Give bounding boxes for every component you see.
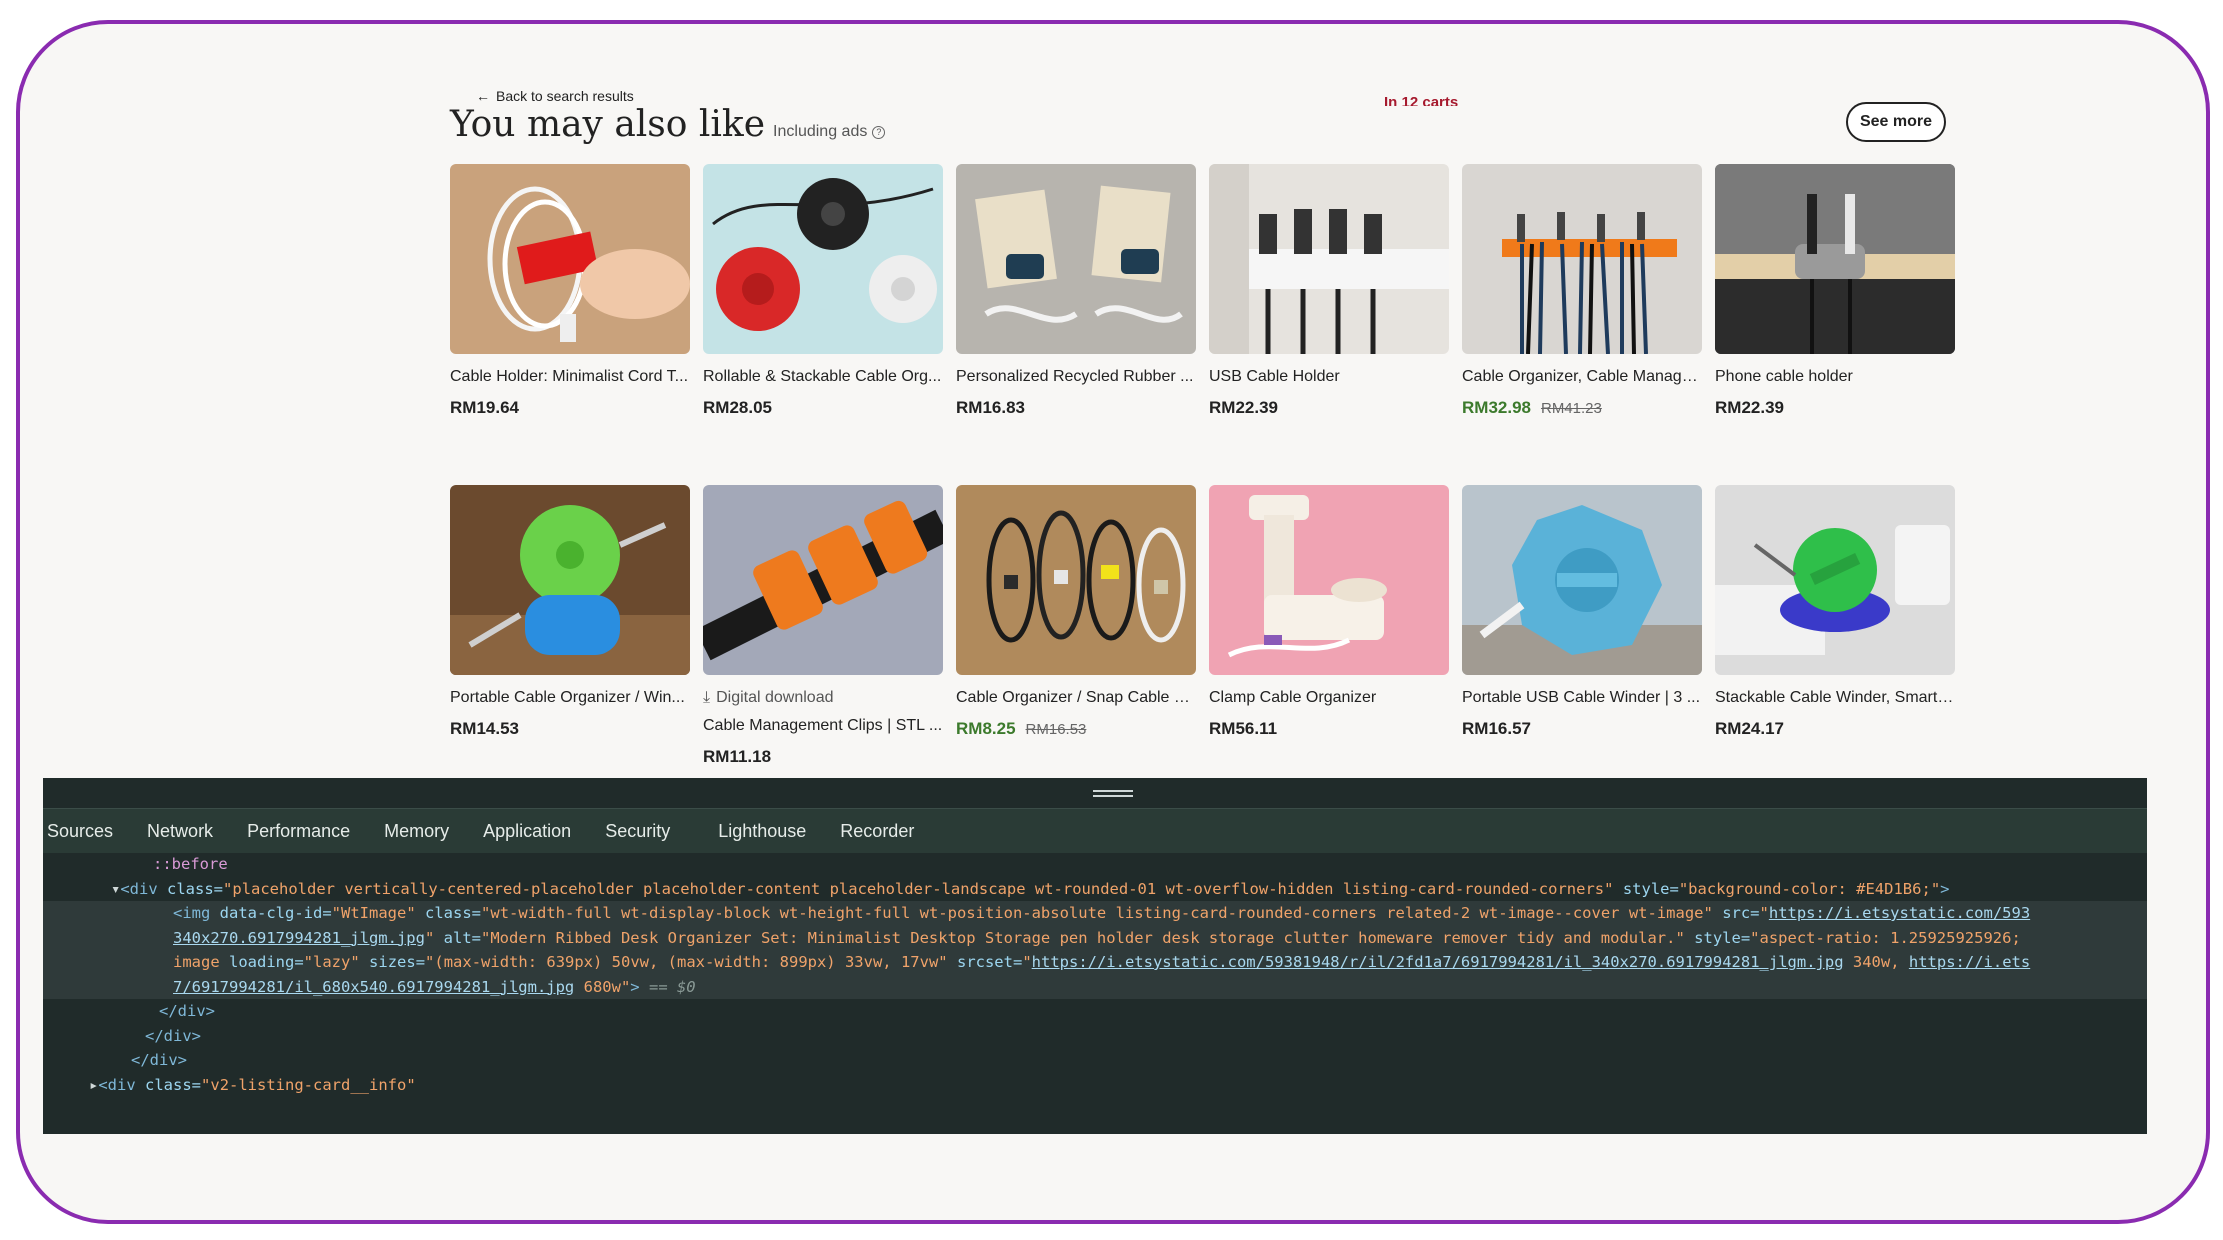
listing-price: RM56.11 (1209, 719, 1278, 738)
listing-price: RM16.57 (1462, 719, 1531, 738)
expand-triangle-icon[interactable]: ▾ (111, 880, 120, 898)
code-line[interactable]: </div> (43, 1024, 2147, 1049)
listing-price: RM11.18 (703, 747, 772, 766)
code-line[interactable]: ::before (43, 852, 2147, 877)
code-line-selected[interactable]: image loading="lazy" sizes="(max-width: … (43, 950, 2147, 975)
code-line-selected[interactable]: 340x270.6917994281_jlgm.jpg" alt="Modern… (43, 925, 2147, 950)
back-to-search-link[interactable]: ← Back to search results (476, 88, 634, 104)
listing-card[interactable]: Cable Holder: Minimalist Cord T... RM19.… (450, 164, 690, 418)
tab-memory[interactable]: Memory (384, 821, 449, 842)
ads-label-text: Including ads (773, 123, 868, 140)
listing-image[interactable] (1209, 164, 1449, 354)
listing-card[interactable]: USB Cable Holder RM22.39 (1209, 164, 1449, 418)
listing-card[interactable]: Cable Organizer / Snap Cable C... RM8.25… (956, 485, 1196, 767)
listing-price: RM19.64 (450, 398, 519, 417)
listing-title[interactable]: Portable USB Cable Winder | 3 ... (1462, 689, 1702, 707)
listing-card[interactable]: Cable Organizer, Cable Manage... RM32.98… (1462, 164, 1702, 418)
elements-tree: ::before ▾<div class="placeholder vertic… (43, 852, 2147, 1097)
listing-card[interactable]: ⤓ Digital download Cable Management Clip… (703, 485, 943, 767)
tab-application[interactable]: Application (483, 821, 571, 842)
digital-download-badge: ⤓ Digital download (703, 689, 943, 707)
listing-card[interactable]: Stackable Cable Winder, Smart ... RM24.1… (1715, 485, 1955, 767)
digital-download-label: Digital download (716, 689, 834, 706)
devtools-tabbar: Sources Network Performance Memory Appli… (43, 808, 2147, 853)
listing-card[interactable]: Phone cable holder RM22.39 (1715, 164, 1955, 418)
listing-sale-price: RM8.25 (956, 719, 1016, 738)
listing-original-price: RM41.23 (1540, 400, 1602, 417)
tab-sources[interactable]: Sources (47, 821, 113, 842)
code-line-selected[interactable]: 7/6917994281/il_680x540.6917994281_jlgm.… (43, 974, 2147, 999)
see-more-button[interactable]: See more (1846, 102, 1946, 142)
listing-image[interactable] (1715, 164, 1955, 354)
devtools-panel: Sources Network Performance Memory Appli… (43, 778, 2147, 1134)
tab-recorder[interactable]: Recorder (840, 821, 914, 842)
listing-image[interactable] (450, 485, 690, 675)
ads-label[interactable]: Including ads ? (773, 123, 886, 141)
listing-title[interactable]: Personalized Recycled Rubber ... (956, 368, 1196, 386)
listing-card[interactable]: Rollable & Stackable Cable Org... RM28.0… (703, 164, 943, 418)
listing-original-price: RM16.53 (1025, 721, 1087, 738)
listing-title[interactable]: Stackable Cable Winder, Smart ... (1715, 689, 1955, 707)
listing-image[interactable] (1462, 164, 1702, 354)
tab-lighthouse[interactable]: Lighthouse (718, 821, 806, 842)
listing-card[interactable]: Clamp Cable Organizer RM56.11 (1209, 485, 1449, 767)
info-icon[interactable]: ? (872, 125, 886, 139)
collapse-triangle-icon[interactable]: ▸ (89, 1076, 98, 1094)
listing-title[interactable]: Cable Holder: Minimalist Cord T... (450, 368, 690, 386)
listing-image[interactable] (1209, 485, 1449, 675)
page-title: You may also like (450, 104, 766, 145)
section-heading: You may also like Including ads ? (450, 104, 886, 145)
listing-image[interactable] (956, 164, 1196, 354)
listing-price: RM24.17 (1715, 719, 1784, 738)
listing-title[interactable]: Cable Management Clips | STL ... (703, 717, 943, 735)
download-icon: ⤓ (703, 689, 711, 706)
listing-price: RM22.39 (1209, 398, 1278, 417)
code-line[interactable]: ▾<div class="placeholder vertically-cent… (43, 877, 2147, 902)
listing-price: RM22.39 (1715, 398, 1784, 417)
resize-handle[interactable] (1093, 790, 1133, 797)
listing-price: RM16.83 (956, 398, 1025, 417)
pseudo-element: ::before (153, 855, 228, 873)
code-line[interactable]: </div> (43, 999, 2147, 1024)
listing-image[interactable] (956, 485, 1196, 675)
recommendations-row-1: Cable Holder: Minimalist Cord T... RM19.… (450, 164, 1970, 418)
listing-title[interactable]: Cable Organizer / Snap Cable C... (956, 689, 1196, 707)
code-line[interactable]: ▸<div class="v2-listing-card__info" (43, 1073, 2147, 1098)
tab-network[interactable]: Network (147, 821, 213, 842)
listing-image[interactable] (703, 164, 943, 354)
code-line-selected[interactable]: <img data-clg-id="WtImage" class="wt-wid… (43, 901, 2147, 926)
recommendations-row-2: Portable Cable Organizer / Win... RM14.5… (450, 485, 1970, 767)
listing-price: RM14.53 (450, 719, 519, 738)
listing-image[interactable] (450, 164, 690, 354)
tab-security[interactable]: Security (605, 821, 670, 842)
tab-performance[interactable]: Performance (247, 821, 350, 842)
arrow-left-icon: ← (476, 88, 490, 104)
listing-card[interactable]: Portable Cable Organizer / Win... RM14.5… (450, 485, 690, 767)
listing-card[interactable]: Personalized Recycled Rubber ... RM16.83 (956, 164, 1196, 418)
listing-title[interactable]: Clamp Cable Organizer (1209, 689, 1449, 707)
back-link-label: Back to search results (496, 88, 634, 104)
listing-title[interactable]: USB Cable Holder (1209, 368, 1449, 386)
listing-title[interactable]: Portable Cable Organizer / Win... (450, 689, 690, 707)
listing-image[interactable] (703, 485, 943, 675)
listing-title[interactable]: Cable Organizer, Cable Manage... (1462, 368, 1702, 386)
code-line[interactable]: </div> (43, 1048, 2147, 1073)
listing-image[interactable] (1715, 485, 1955, 675)
listing-price: RM28.05 (703, 398, 772, 417)
listing-card[interactable]: Portable USB Cable Winder | 3 ... RM16.5… (1462, 485, 1702, 767)
listing-title[interactable]: Rollable & Stackable Cable Org... (703, 368, 943, 386)
listing-image[interactable] (1462, 485, 1702, 675)
in-carts-badge: In 12 carts (1384, 94, 1459, 106)
listing-sale-price: RM32.98 (1462, 398, 1531, 417)
listing-title[interactable]: Phone cable holder (1715, 368, 1955, 386)
